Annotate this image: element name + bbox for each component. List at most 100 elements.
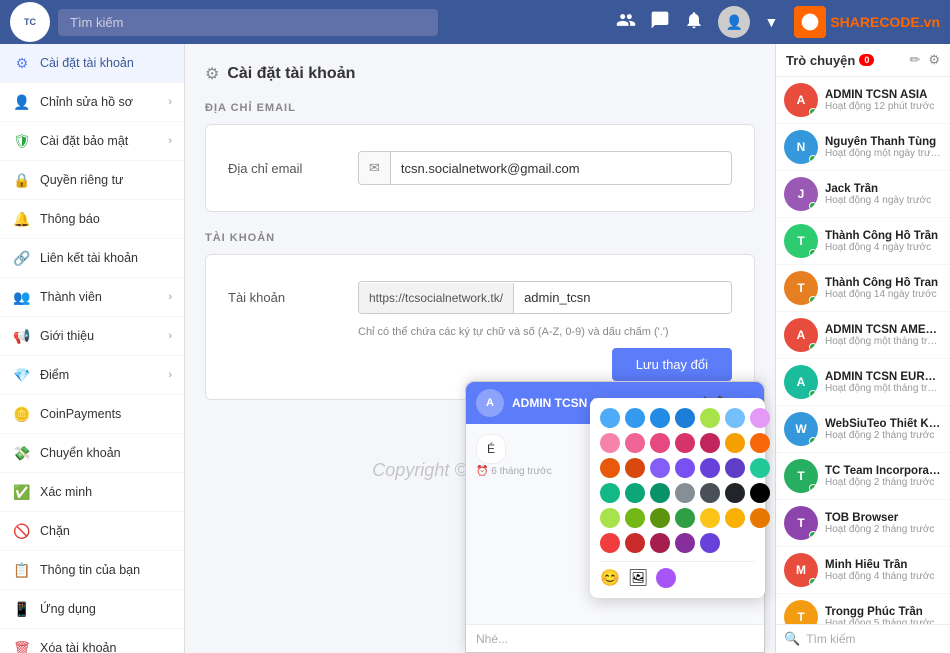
chat-list-item[interactable]: T Thành Công Hồ Trần Hoạt động 4 ngày tr… [776, 218, 950, 265]
color-option[interactable] [750, 508, 770, 528]
color-option[interactable] [750, 433, 770, 453]
online-indicator [809, 484, 817, 492]
color-option[interactable] [675, 408, 695, 428]
color-option[interactable] [700, 408, 720, 428]
friends-icon[interactable] [616, 10, 636, 35]
dropdown-arrow[interactable]: ▼ [764, 14, 778, 30]
sidebar-item-transfer[interactable]: 💸 Chuyển khoản [0, 434, 184, 473]
sidebar-item-security[interactable]: 🛡 Cài đặt bảo mật › [0, 122, 184, 161]
sidebar-item-block[interactable]: 🚫 Chặn [0, 512, 184, 551]
message-input[interactable] [476, 632, 754, 646]
chat-list-item[interactable]: N Nguyễn Thanh Tùng Hoạt động một ngày t… [776, 124, 950, 171]
chat-list-item[interactable]: A ADMIN TCSN ASIA Hoạt động 12 phút trướ… [776, 77, 950, 124]
account-label: Tài khoản [228, 290, 358, 305]
sidebar-item-intro[interactable]: 📢 Giới thiệu › [0, 317, 184, 356]
color-option[interactable] [650, 433, 670, 453]
chat-edit-icon[interactable]: ✏ [909, 52, 920, 68]
color-option[interactable] [675, 458, 695, 478]
color-swatch[interactable] [656, 568, 676, 588]
chat-list-item[interactable]: A ADMIN TCSN AMERICA Hoạt động một tháng… [776, 312, 950, 359]
sidebar-item-coinpayments[interactable]: 🪙 CoinPayments [0, 395, 184, 434]
chat-list-item[interactable]: T TC Team Incorporation Hoạt động 2 thán… [776, 453, 950, 500]
sidebar-icon-settings: ⚙ [12, 53, 32, 73]
color-option[interactable] [600, 508, 620, 528]
sidebar-item-yourinfo[interactable]: 📋 Thông tin của bạn [0, 551, 184, 590]
emoji-button[interactable]: 😊 [600, 568, 620, 588]
sidebar-item-verify[interactable]: ✅ Xác minh [0, 473, 184, 512]
color-option[interactable] [625, 533, 645, 553]
color-option[interactable] [750, 458, 770, 478]
sidebar-item-app[interactable]: 📱 Ứng dụng [0, 590, 184, 629]
chat-list-item[interactable]: A ADMIN TCSN EUROPE Hoạt động một tháng … [776, 359, 950, 406]
sidebar-item-points[interactable]: 💎 Điểm › [0, 356, 184, 395]
color-option[interactable] [625, 458, 645, 478]
sidebar-item-link[interactable]: 🔗 Liên kết tài khoản [0, 239, 184, 278]
chat-item-info: Trongg Phúc Trần Hoạt động 5 tháng trước [825, 606, 942, 625]
site-logo[interactable]: TC [10, 2, 50, 42]
color-option[interactable] [600, 433, 620, 453]
sidebar-item-notification[interactable]: 🔔 Thông báo [0, 200, 184, 239]
color-option[interactable] [650, 458, 670, 478]
username-input[interactable] [514, 282, 731, 313]
user-avatar-nav[interactable]: 👤 [718, 6, 750, 38]
chat-time-incoming: ⏰ 6 tháng trước [476, 466, 552, 477]
sidebar-icon-app: 📱 [12, 599, 32, 619]
search-input[interactable] [58, 9, 438, 36]
color-option[interactable] [700, 433, 720, 453]
sidebar-icon-block: 🚫 [12, 521, 32, 541]
color-option[interactable] [700, 533, 720, 553]
color-option[interactable] [700, 508, 720, 528]
color-option[interactable] [725, 508, 745, 528]
online-indicator [809, 155, 817, 163]
sidebar-item-settings[interactable]: ⚙ Cài đặt tài khoản [0, 44, 184, 83]
color-option[interactable] [625, 408, 645, 428]
chat-item-name: Thành Công Hồ Tran [825, 277, 942, 289]
online-indicator [809, 202, 817, 210]
messages-icon[interactable] [650, 10, 670, 35]
sidebar-item-profile[interactable]: 👤 Chỉnh sửa hồ sơ › [0, 83, 184, 122]
color-option[interactable] [700, 483, 720, 503]
chat-list-item[interactable]: M Minh Hiếu Trần Hoạt động 4 tháng trước [776, 547, 950, 594]
online-indicator [809, 531, 817, 539]
chat-list-item[interactable]: T Trongg Phúc Trần Hoạt động 5 tháng trư… [776, 594, 950, 624]
color-option[interactable] [725, 433, 745, 453]
chat-list-item[interactable]: J Jack Trần Hoạt động 4 ngày trước [776, 171, 950, 218]
color-option[interactable] [650, 483, 670, 503]
color-option[interactable] [725, 458, 745, 478]
color-option[interactable] [675, 483, 695, 503]
color-option[interactable] [725, 408, 745, 428]
color-option[interactable] [650, 408, 670, 428]
chat-list-item[interactable]: W WebSiuTeo Thiết Kế Website Chuyên Nghi… [776, 406, 950, 453]
nav-icons: 👤 ▼ [616, 6, 778, 38]
chat-list-item[interactable]: T Thành Công Hồ Tran Hoạt động 14 ngày t… [776, 265, 950, 312]
color-option[interactable] [675, 533, 695, 553]
color-option[interactable] [725, 483, 745, 503]
sidebar-item-privacy[interactable]: 🔒 Quyền riêng tư [0, 161, 184, 200]
color-option[interactable] [600, 408, 620, 428]
color-option[interactable] [750, 408, 770, 428]
sidebar-item-delete[interactable]: 🗑 Xóa tài khoản [0, 629, 184, 653]
online-indicator [809, 108, 817, 116]
color-option[interactable] [675, 433, 695, 453]
color-option[interactable] [625, 508, 645, 528]
email-input[interactable] [391, 153, 731, 184]
color-option[interactable] [600, 458, 620, 478]
save-button[interactable]: Lưu thay đổi [612, 348, 732, 381]
color-option[interactable] [650, 508, 670, 528]
notifications-icon[interactable] [684, 10, 704, 35]
color-option[interactable] [750, 483, 770, 503]
color-option[interactable] [675, 508, 695, 528]
chat-panel-header: Trò chuyện 0 ✏ ⚙ [776, 44, 950, 77]
chat-item-avatar: J [784, 177, 818, 211]
chat-search-input[interactable] [806, 632, 950, 646]
chat-settings-icon[interactable]: ⚙ [928, 52, 940, 68]
color-option[interactable] [700, 458, 720, 478]
chat-list-item[interactable]: T TOB Browser Hoạt động 2 tháng trước [776, 500, 950, 547]
color-option[interactable] [650, 533, 670, 553]
sidebar-item-members[interactable]: 👥 Thành viên › [0, 278, 184, 317]
image-button[interactable]: 🖼 [628, 568, 648, 588]
color-option[interactable] [600, 483, 620, 503]
color-option[interactable] [625, 433, 645, 453]
color-option[interactable] [625, 483, 645, 503]
color-option[interactable] [600, 533, 620, 553]
